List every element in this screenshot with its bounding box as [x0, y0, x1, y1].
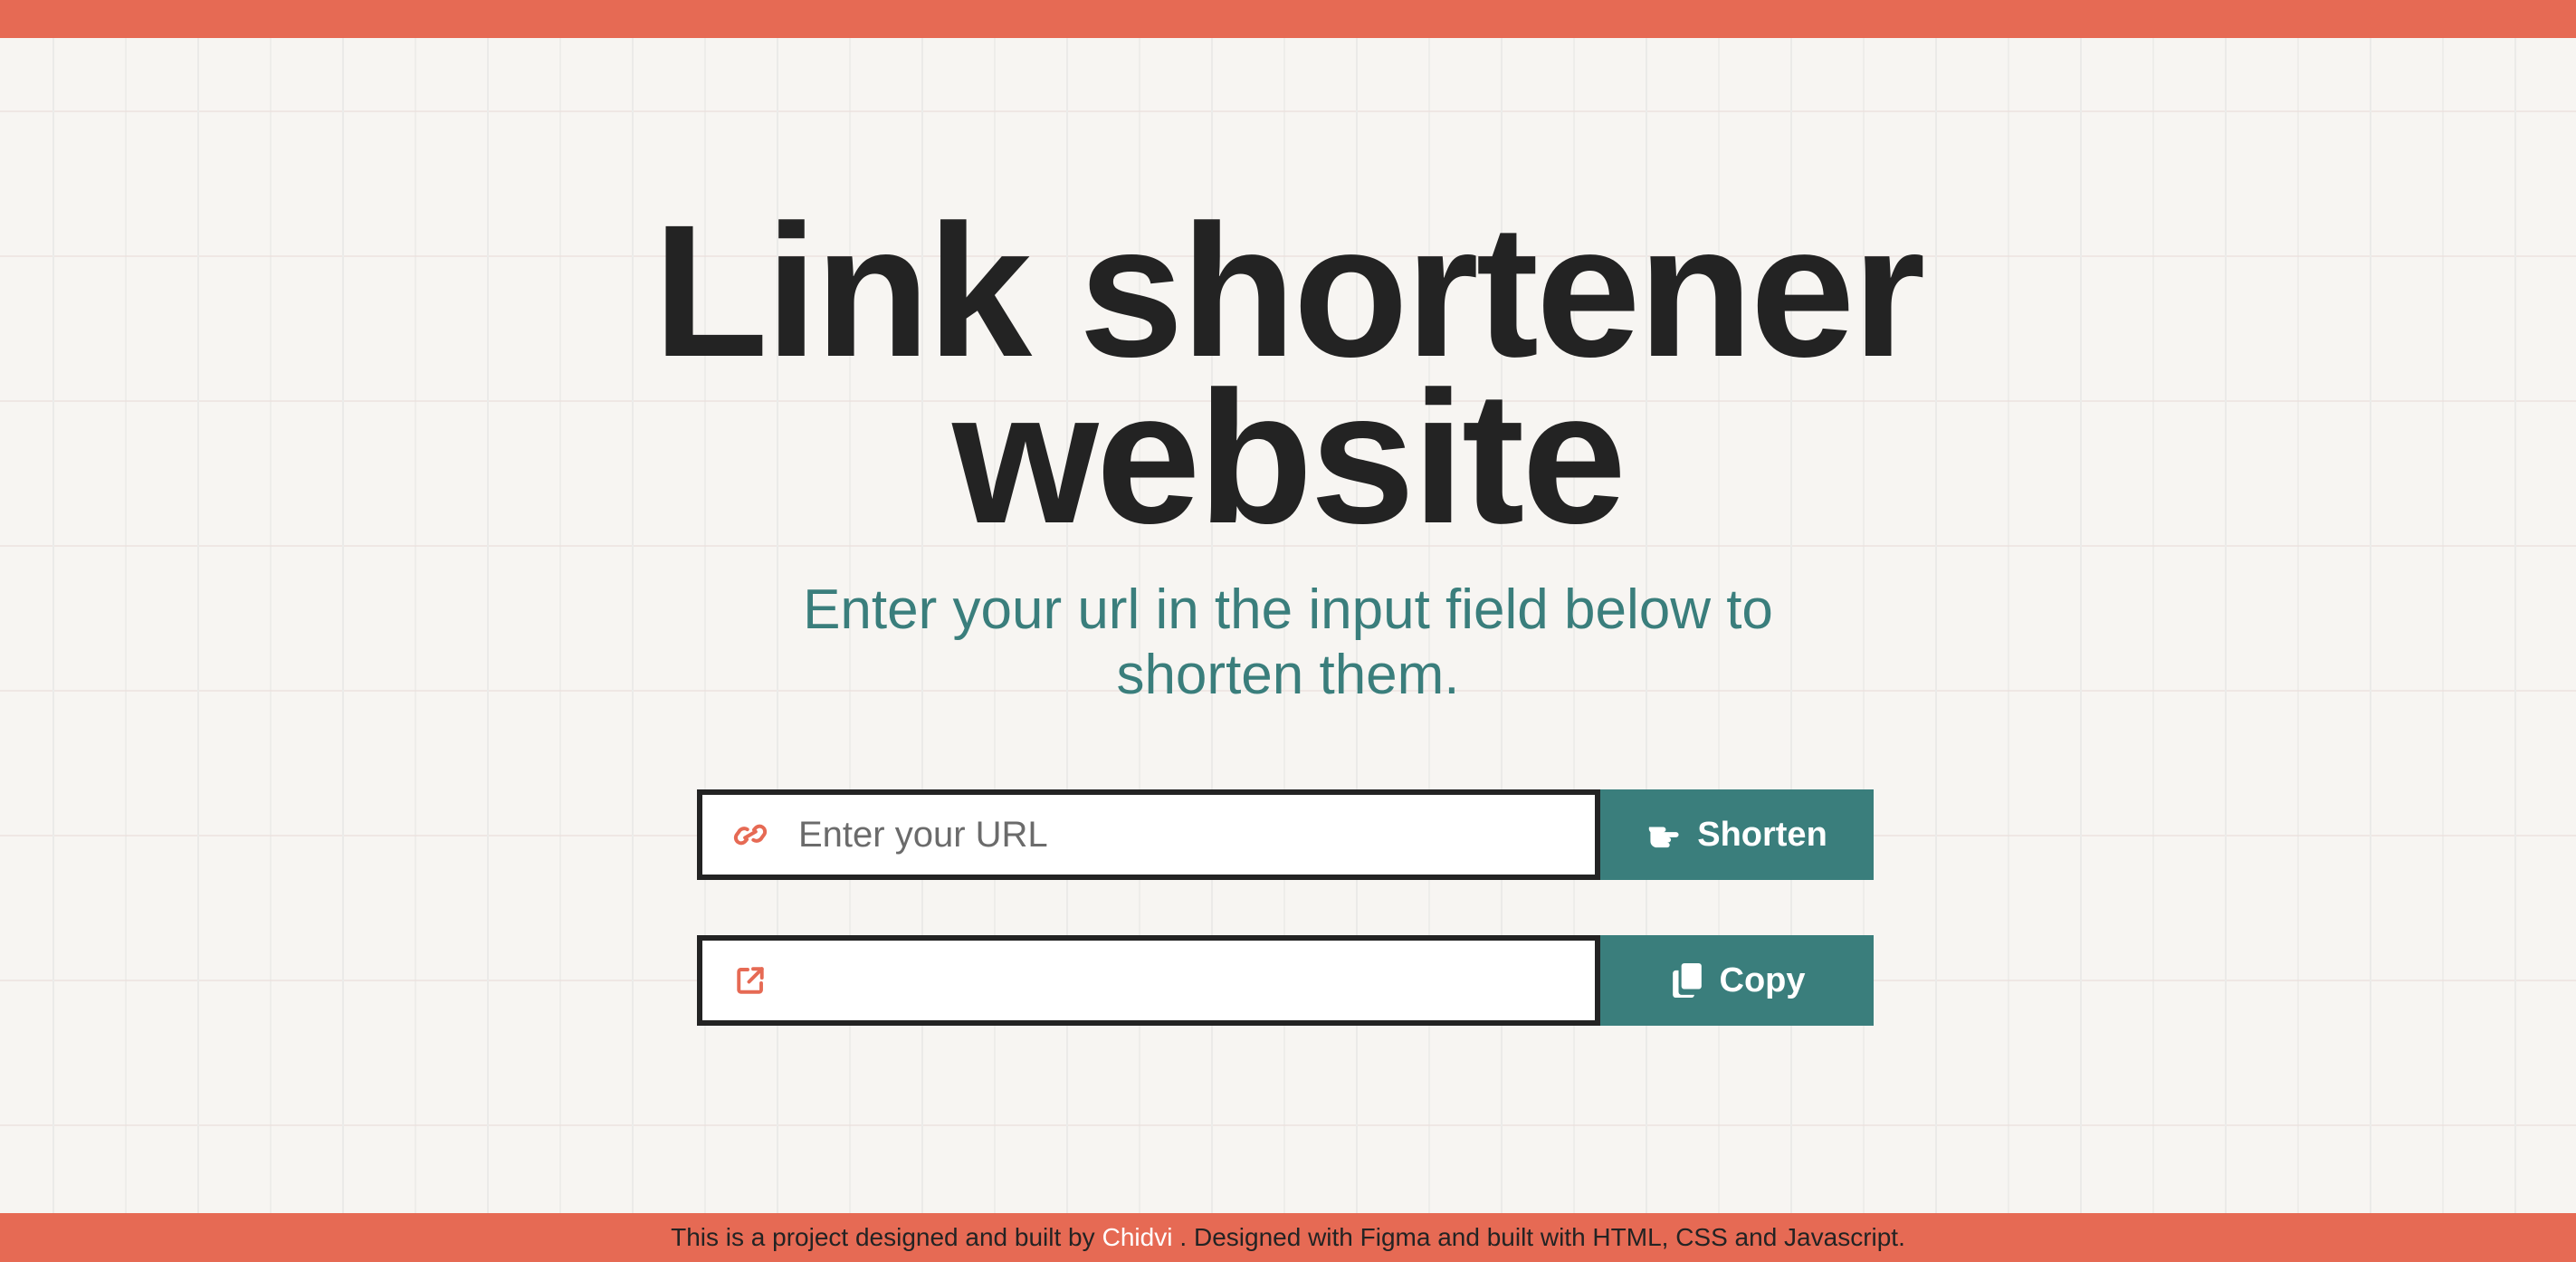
- hero-section: Link shortener website Enter your url in…: [0, 186, 2576, 708]
- url-input[interactable]: [797, 813, 1595, 856]
- short-url-output[interactable]: [797, 959, 1595, 1002]
- page-title-line-1: Link shortener: [653, 186, 1926, 397]
- external-link-icon[interactable]: [726, 956, 775, 1005]
- result-output-wrapper: [697, 935, 1600, 1026]
- page-title-line-2: website: [952, 353, 1627, 563]
- footer-text-after: . Designed with Figma and built with HTM…: [1179, 1223, 1905, 1251]
- footer: This is a project designed and built by …: [0, 1213, 2576, 1262]
- url-input-wrapper: [697, 789, 1600, 880]
- link-icon: [726, 810, 775, 859]
- page-title: Link shortener website: [0, 186, 2576, 563]
- shorten-button[interactable]: Shorten: [1600, 789, 1874, 880]
- hand-pointing-icon: [1646, 817, 1683, 853]
- page-subtitle: Enter your url in the input field below …: [803, 578, 1773, 706]
- result-form: Copy: [697, 935, 1874, 1026]
- copy-icon: [1669, 962, 1705, 999]
- shorten-form: Shorten: [697, 789, 1874, 880]
- shorten-button-label: Shorten: [1697, 815, 1827, 854]
- copy-button-label: Copy: [1719, 961, 1806, 999]
- footer-text-before: This is a project designed and built by: [671, 1223, 1095, 1251]
- footer-author-link[interactable]: Chidvi: [1102, 1223, 1173, 1252]
- top-accent-bar: [0, 0, 2576, 38]
- copy-button[interactable]: Copy: [1600, 935, 1874, 1026]
